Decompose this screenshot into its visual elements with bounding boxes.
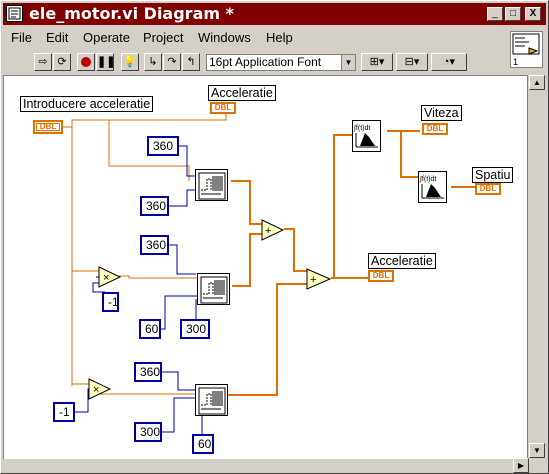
add-node[interactable]: + — [261, 219, 285, 241]
step-into-icon[interactable]: ↳ — [144, 53, 162, 71]
constant-300[interactable]: 300 — [134, 422, 162, 442]
wires — [36, 104, 476, 442]
scroll-down-icon[interactable]: ▼ — [529, 443, 545, 458]
abort-icon[interactable] — [77, 53, 95, 71]
menu-project[interactable]: Project — [143, 30, 183, 45]
svg-text:×: × — [93, 384, 99, 396]
connector-pane-number: 1 — [513, 57, 518, 67]
minimize-button[interactable]: _ — [487, 7, 503, 21]
constant-minus-1[interactable]: -1 — [102, 292, 119, 312]
add-node[interactable]: + — [306, 268, 332, 290]
constant-minus-1[interactable]: -1 — [53, 402, 75, 422]
reorder-icon[interactable]: ◔▾ — [431, 53, 467, 71]
viteza-label: Viteza — [421, 105, 462, 121]
signal-subvi-icon[interactable] — [195, 169, 228, 201]
multiply-node[interactable]: × — [98, 266, 122, 288]
toolbar: ⇨ ⟳ ❚❚ 💡 ↳ ↷ ↰ 16pt Application Font ▼ ⊞… — [3, 51, 508, 73]
menu-help[interactable]: Help — [266, 30, 293, 45]
distribute-objects-icon[interactable]: ⊟▾ — [396, 53, 428, 71]
signal-subvi-icon[interactable] — [195, 384, 228, 416]
menu-operate[interactable]: Operate — [83, 30, 130, 45]
vertical-scrollbar[interactable]: ▲ ▼ — [529, 75, 546, 460]
acceleratie-mid-indicator[interactable]: DBL — [368, 270, 394, 282]
step-out-icon[interactable]: ↰ — [182, 53, 200, 71]
viteza-indicator[interactable]: DBL — [422, 123, 448, 135]
input-acceleratie-label: Introducere acceleratie — [20, 96, 154, 112]
integral-icon[interactable]: ∫f(t)dt — [352, 120, 381, 152]
scroll-right-icon[interactable]: ▶ — [513, 458, 529, 473]
step-over-icon[interactable]: ↷ — [163, 53, 181, 71]
svg-text:×: × — [103, 272, 109, 284]
constant-300[interactable]: 300 — [180, 319, 210, 339]
close-button[interactable]: X — [525, 7, 541, 21]
multiply-node[interactable]: × — [88, 378, 112, 400]
font-selector-value: 16pt Application Font — [209, 55, 322, 69]
constant-360[interactable]: 360 — [134, 362, 162, 382]
horizontal-scrollbar[interactable]: ▶ — [3, 458, 529, 473]
font-selector[interactable]: 16pt Application Font ▼ — [206, 54, 356, 71]
signal-subvi-icon[interactable] — [197, 273, 230, 305]
menu-file[interactable]: File — [11, 30, 32, 45]
block-diagram-canvas[interactable]: Introducere acceleratie DBL Acceleratie … — [3, 75, 528, 460]
constant-360[interactable]: 360 — [140, 196, 169, 216]
input-acceleratie-control[interactable]: DBL — [33, 120, 63, 134]
constant-60[interactable]: 60 — [139, 319, 161, 339]
connector-pane[interactable]: 1 — [510, 31, 543, 68]
maximize-button[interactable]: □ — [505, 7, 521, 21]
chevron-down-icon: ▼ — [341, 55, 355, 70]
acceleratie-top-indicator[interactable]: DBL — [210, 102, 236, 114]
menu-windows[interactable]: Windows — [198, 30, 251, 45]
spatiu-indicator[interactable]: DBL — [475, 183, 501, 195]
diagram-window: ele_motor.vi Diagram * _ □ X File Edit O… — [0, 0, 549, 474]
svg-text:+: + — [310, 274, 316, 286]
title-bar: ele_motor.vi Diagram * _ □ X — [3, 3, 546, 25]
constant-360[interactable]: 360 — [140, 235, 169, 255]
labview-diagram-icon — [6, 5, 23, 22]
integral-icon[interactable]: ∫f(t)dt — [418, 171, 447, 203]
svg-text:∫f(t)dt: ∫f(t)dt — [353, 125, 370, 132]
align-objects-icon[interactable]: ⊞▾ — [361, 53, 393, 71]
spatiu-label: Spatiu — [472, 167, 514, 183]
highlight-execution-icon[interactable]: 💡 — [121, 53, 139, 71]
run-arrow-icon[interactable]: ⇨ — [34, 53, 52, 71]
window-title: ele_motor.vi Diagram * — [29, 4, 234, 23]
run-continuously-icon[interactable]: ⟳ — [53, 53, 71, 71]
menu-edit[interactable]: Edit — [46, 30, 68, 45]
constant-360[interactable]: 360 — [147, 136, 179, 156]
scroll-up-icon[interactable]: ▲ — [529, 75, 545, 90]
acceleratie-top-label: Acceleratie — [208, 85, 276, 101]
svg-text:∫f(t)dt: ∫f(t)dt — [419, 176, 436, 183]
pause-icon[interactable]: ❚❚ — [96, 53, 115, 71]
constant-60[interactable]: 60 — [192, 434, 214, 454]
acceleratie-mid-label: Acceleratie — [368, 253, 436, 269]
svg-text:+: + — [265, 225, 271, 237]
menu-bar: File Edit Operate Project Windows Help — [3, 28, 508, 48]
